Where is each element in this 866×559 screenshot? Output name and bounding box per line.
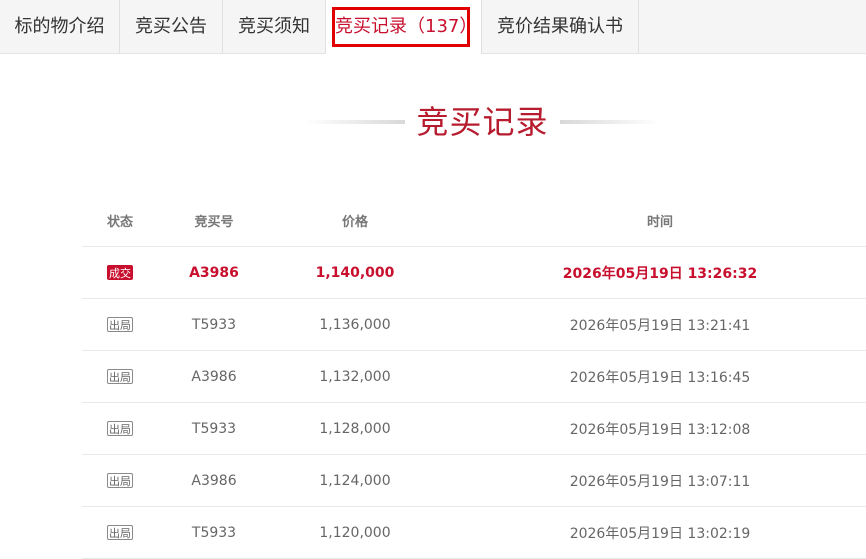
table-row: 出局 T5933 1,128,000 2026年05月19日 13:12:08 [82,403,866,455]
status-badge-out: 出局 [107,421,133,436]
bid-number: A3986 [189,264,239,281]
bid-records-table: 状态 竞买号 价格 时间 成交 A3986 1,140,000 2026年05月… [82,194,866,559]
table-header-row: 状态 竞买号 价格 时间 [82,194,866,247]
status-badge-out: 出局 [107,525,133,540]
tab-label: 竞买须知 [238,16,310,37]
title-divider-left [305,120,405,124]
tab-bidding-rules[interactable]: 竞买须知 [223,0,326,53]
header-bid-number: 竞买号 [194,214,234,230]
bid-number: T5933 [191,316,237,333]
bid-price: 1,124,000 [319,472,391,489]
tab-bar: 标的物介绍 竞买公告 竞买须知 竞买记录（137） 竞价结果确认书 [0,0,866,54]
active-tab-highlight: 竞买记录（137） [332,7,477,47]
title-divider-right [560,120,660,124]
header-price: 价格 [341,214,368,230]
bid-number: T5933 [191,420,237,437]
tab-label: 竞价结果确认书 [497,16,623,37]
tab-item-introduction[interactable]: 标的物介绍 [0,0,120,53]
tab-result-confirmation[interactable]: 竞价结果确认书 [482,0,639,53]
bid-price: 1,132,000 [319,368,391,385]
bid-time: 2026年05月19日 13:26:32 [562,265,758,282]
status-badge-out: 出局 [107,317,133,332]
bid-number: T5933 [191,524,237,541]
status-badge-out: 出局 [107,369,133,384]
header-time: 时间 [646,214,673,230]
bid-price: 1,120,000 [319,524,391,541]
bid-number: A3986 [191,472,237,489]
tab-label: 标的物介绍 [14,16,105,37]
tab-bid-records[interactable]: 竞买记录（137） [326,0,482,54]
tab-label: 竞买公告 [135,16,207,37]
tab-label: 竞买记录（137） [335,16,478,37]
tab-auction-notice[interactable]: 竞买公告 [120,0,223,53]
bid-number: A3986 [191,368,237,385]
table-row: 成交 A3986 1,140,000 2026年05月19日 13:26:32 [82,247,866,299]
table-row: 出局 T5933 1,136,000 2026年05月19日 13:21:41 [82,299,866,351]
bid-price: 1,136,000 [319,316,391,333]
bid-time: 2026年05月19日 13:07:11 [569,473,751,490]
header-status: 状态 [106,214,133,230]
status-badge-deal: 成交 [107,265,133,280]
bid-price: 1,128,000 [319,420,391,437]
bid-price: 1,140,000 [315,264,395,281]
table-row: 出局 A3986 1,132,000 2026年05月19日 13:16:45 [82,351,866,403]
bid-time: 2026年05月19日 13:16:45 [569,369,751,386]
section-header: 竞买记录 [0,96,866,148]
table-row: 出局 A3986 1,124,000 2026年05月19日 13:07:11 [82,455,866,507]
table-row: 出局 T5933 1,120,000 2026年05月19日 13:02:19 [82,507,866,559]
bid-time: 2026年05月19日 13:02:19 [569,525,751,542]
status-badge-out: 出局 [107,473,133,488]
section-title: 竞买记录 [416,103,549,141]
bid-time: 2026年05月19日 13:12:08 [569,421,751,438]
bid-time: 2026年05月19日 13:21:41 [569,317,751,334]
